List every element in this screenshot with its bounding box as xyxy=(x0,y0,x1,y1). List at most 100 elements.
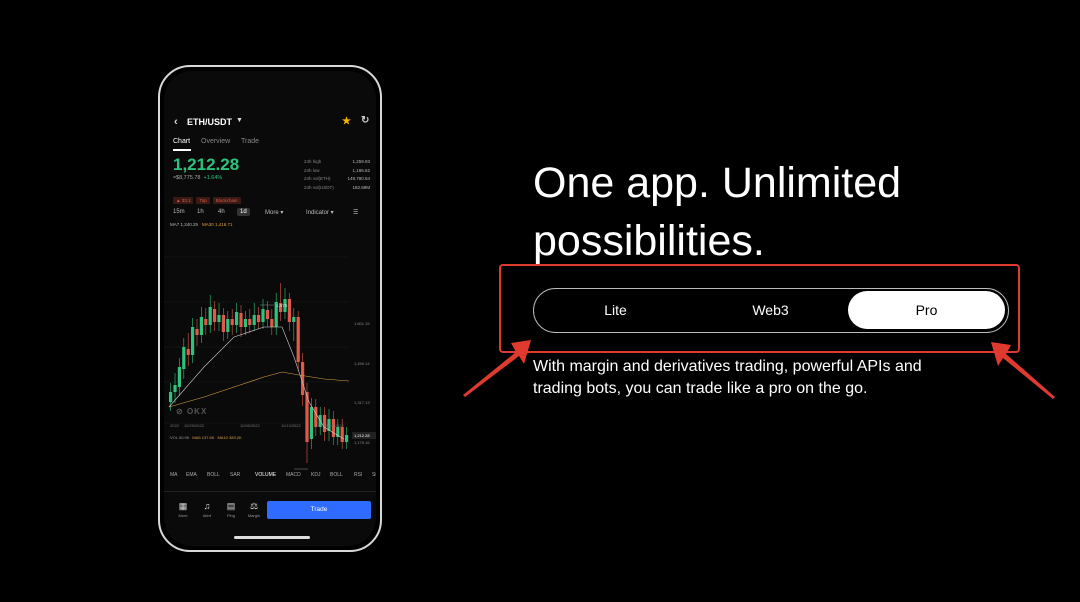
candle-body xyxy=(248,319,252,325)
candle-body xyxy=(177,367,181,387)
interval-15m[interactable]: 15m xyxy=(173,209,185,215)
candle-body xyxy=(195,329,199,335)
interval-4h[interactable]: 4h xyxy=(218,209,225,215)
stat-row: 24h high 1,259.93 xyxy=(304,159,370,168)
interval-1h[interactable]: 1h xyxy=(197,209,204,215)
candle-body xyxy=(230,319,234,325)
pair-title[interactable]: ETH/USDT xyxy=(187,117,232,127)
candle-body xyxy=(199,317,203,335)
indicator-ma[interactable]: MA xyxy=(170,472,178,478)
back-arrow-icon[interactable]: ‹ xyxy=(174,116,178,128)
description: With margin and derivatives trading, pow… xyxy=(533,358,922,397)
stat-value: 1,186.62 xyxy=(352,167,370,173)
x-date: 11/16/2022 xyxy=(324,423,344,428)
mode-switch: Lite Web3 Pro xyxy=(533,288,1009,333)
nav-more[interactable]: ▦ More xyxy=(174,501,192,518)
x-date: 11/13/2022 xyxy=(281,423,301,428)
grid-icon: ▦ xyxy=(178,501,188,511)
mode-option-lite[interactable]: Lite xyxy=(537,291,694,329)
trade-button[interactable]: Trade xyxy=(267,501,371,519)
bottom-divider xyxy=(164,491,376,492)
candle-body xyxy=(287,299,291,322)
phone-mockup: ‹ ETH/USDT ▼ ★ ↻ Chart Overview Trade 1,… xyxy=(158,65,382,552)
mode-option-web3[interactable]: Web3 xyxy=(692,291,849,329)
candle-body xyxy=(340,427,344,442)
indicator-volume[interactable]: VOLUME xyxy=(255,472,276,478)
indicator-boll-2[interactable]: BOLL xyxy=(330,472,343,478)
x-date: 11/06/2022 xyxy=(240,423,260,428)
y-tick-label: 1,317.13 xyxy=(354,400,370,405)
ma30-line xyxy=(168,371,350,408)
candle-body xyxy=(186,349,190,355)
tag-rank[interactable]: ▲ 33.1 xyxy=(173,197,194,204)
tab-chart[interactable]: Chart xyxy=(173,138,190,145)
tag-top[interactable]: Top xyxy=(196,197,210,204)
high-label: 1,676 xyxy=(276,303,288,308)
tab-overview[interactable]: Overview xyxy=(201,138,230,145)
indicator-sar[interactable]: SAR xyxy=(230,472,240,478)
document-icon: ▤ xyxy=(226,501,236,511)
star-icon[interactable]: ★ xyxy=(342,116,351,127)
candle-body xyxy=(270,319,274,327)
chevron-down-icon[interactable]: ▼ xyxy=(236,117,243,124)
last-price: 1,212.28 xyxy=(173,155,240,174)
stat-label: 24h vol(USDT) xyxy=(304,184,334,190)
candle-body xyxy=(221,315,225,332)
settings-icon[interactable]: ☰ xyxy=(353,209,358,216)
candle-body xyxy=(208,307,212,325)
interval-more[interactable]: More ▾ xyxy=(265,209,283,216)
tag-blockchain[interactable]: Blockchain xyxy=(212,197,241,204)
candle-body xyxy=(182,347,186,369)
stat-value: 1,259.93 xyxy=(352,159,370,164)
candle-body xyxy=(345,435,349,442)
vol-ma5: MA5 137.6K xyxy=(192,435,215,440)
candle-body xyxy=(252,315,256,325)
tab-underline xyxy=(173,149,191,151)
mode-option-pro[interactable]: Pro xyxy=(848,291,1005,329)
stat-row: 24h low 1,186.62 xyxy=(304,168,370,177)
vol-ma10: MA10 383.2K xyxy=(217,435,242,440)
nav-label: Ping xyxy=(226,513,235,518)
candle-body xyxy=(226,319,230,332)
refresh-icon[interactable]: ↻ xyxy=(361,115,369,126)
headline: One app. Unlimited possibilities. xyxy=(533,159,902,265)
watermark-text: OKX xyxy=(186,407,208,416)
nav-ping[interactable]: ▤ Ping xyxy=(222,501,240,518)
stat-row: 24h vol(ETH) 149,780.54 xyxy=(304,176,370,185)
interval-1d[interactable]: 1d xyxy=(237,208,250,216)
candle-body xyxy=(169,392,173,402)
stat-row: 24h vol(USDT) 182.89M xyxy=(304,185,370,194)
y-tick-label: 1,175.16 xyxy=(354,440,370,445)
vol-value: VOL 50.9K xyxy=(170,435,190,440)
stat-value: 149,780.54 xyxy=(347,176,370,181)
indicator-macd[interactable]: MACD xyxy=(286,472,301,478)
indicator-rsi[interactable]: RSI xyxy=(354,472,362,478)
price-change: ≈$8,775.78 +1.64% xyxy=(173,175,222,181)
y-tick-label: 1,459.14 xyxy=(354,361,370,366)
candle-body xyxy=(292,317,296,322)
candle-body xyxy=(331,419,335,437)
indicator-st[interactable]: St xyxy=(372,472,376,478)
tab-trade[interactable]: Trade xyxy=(241,138,259,145)
watermark-icon: ⊘ xyxy=(176,407,187,416)
nav-label: More xyxy=(178,513,188,518)
nav-margin[interactable]: ⚖ Margin xyxy=(245,501,263,518)
candle-body xyxy=(261,309,265,322)
pair-header: ‹ ETH/USDT ▼ ★ ↻ xyxy=(164,113,376,133)
stat-value: 182.89M xyxy=(352,184,370,190)
candle-body xyxy=(257,315,261,322)
bell-icon: ♫ xyxy=(203,501,211,511)
stats-panel: 24h high 1,259.93 24h low 1,186.62 24h vol… xyxy=(304,159,370,193)
candle-body xyxy=(191,327,195,355)
candle-body xyxy=(265,310,269,319)
nav-alert[interactable]: ♫ Alert xyxy=(198,501,216,518)
tag-list: ▲ 33.1 Top Blockchain xyxy=(173,197,244,204)
indicator-kdj[interactable]: KDJ xyxy=(311,472,320,478)
price-percent: +1.64% xyxy=(203,175,223,181)
y-tick-label: 1,601.15 xyxy=(354,321,370,326)
indicator-ema[interactable]: EMA xyxy=(186,472,197,478)
indicator-boll[interactable]: BOLL xyxy=(207,472,220,478)
candle-body xyxy=(314,407,318,427)
home-indicator xyxy=(234,536,310,539)
indicator-dropdown[interactable]: Indicator ▾ xyxy=(306,209,334,216)
